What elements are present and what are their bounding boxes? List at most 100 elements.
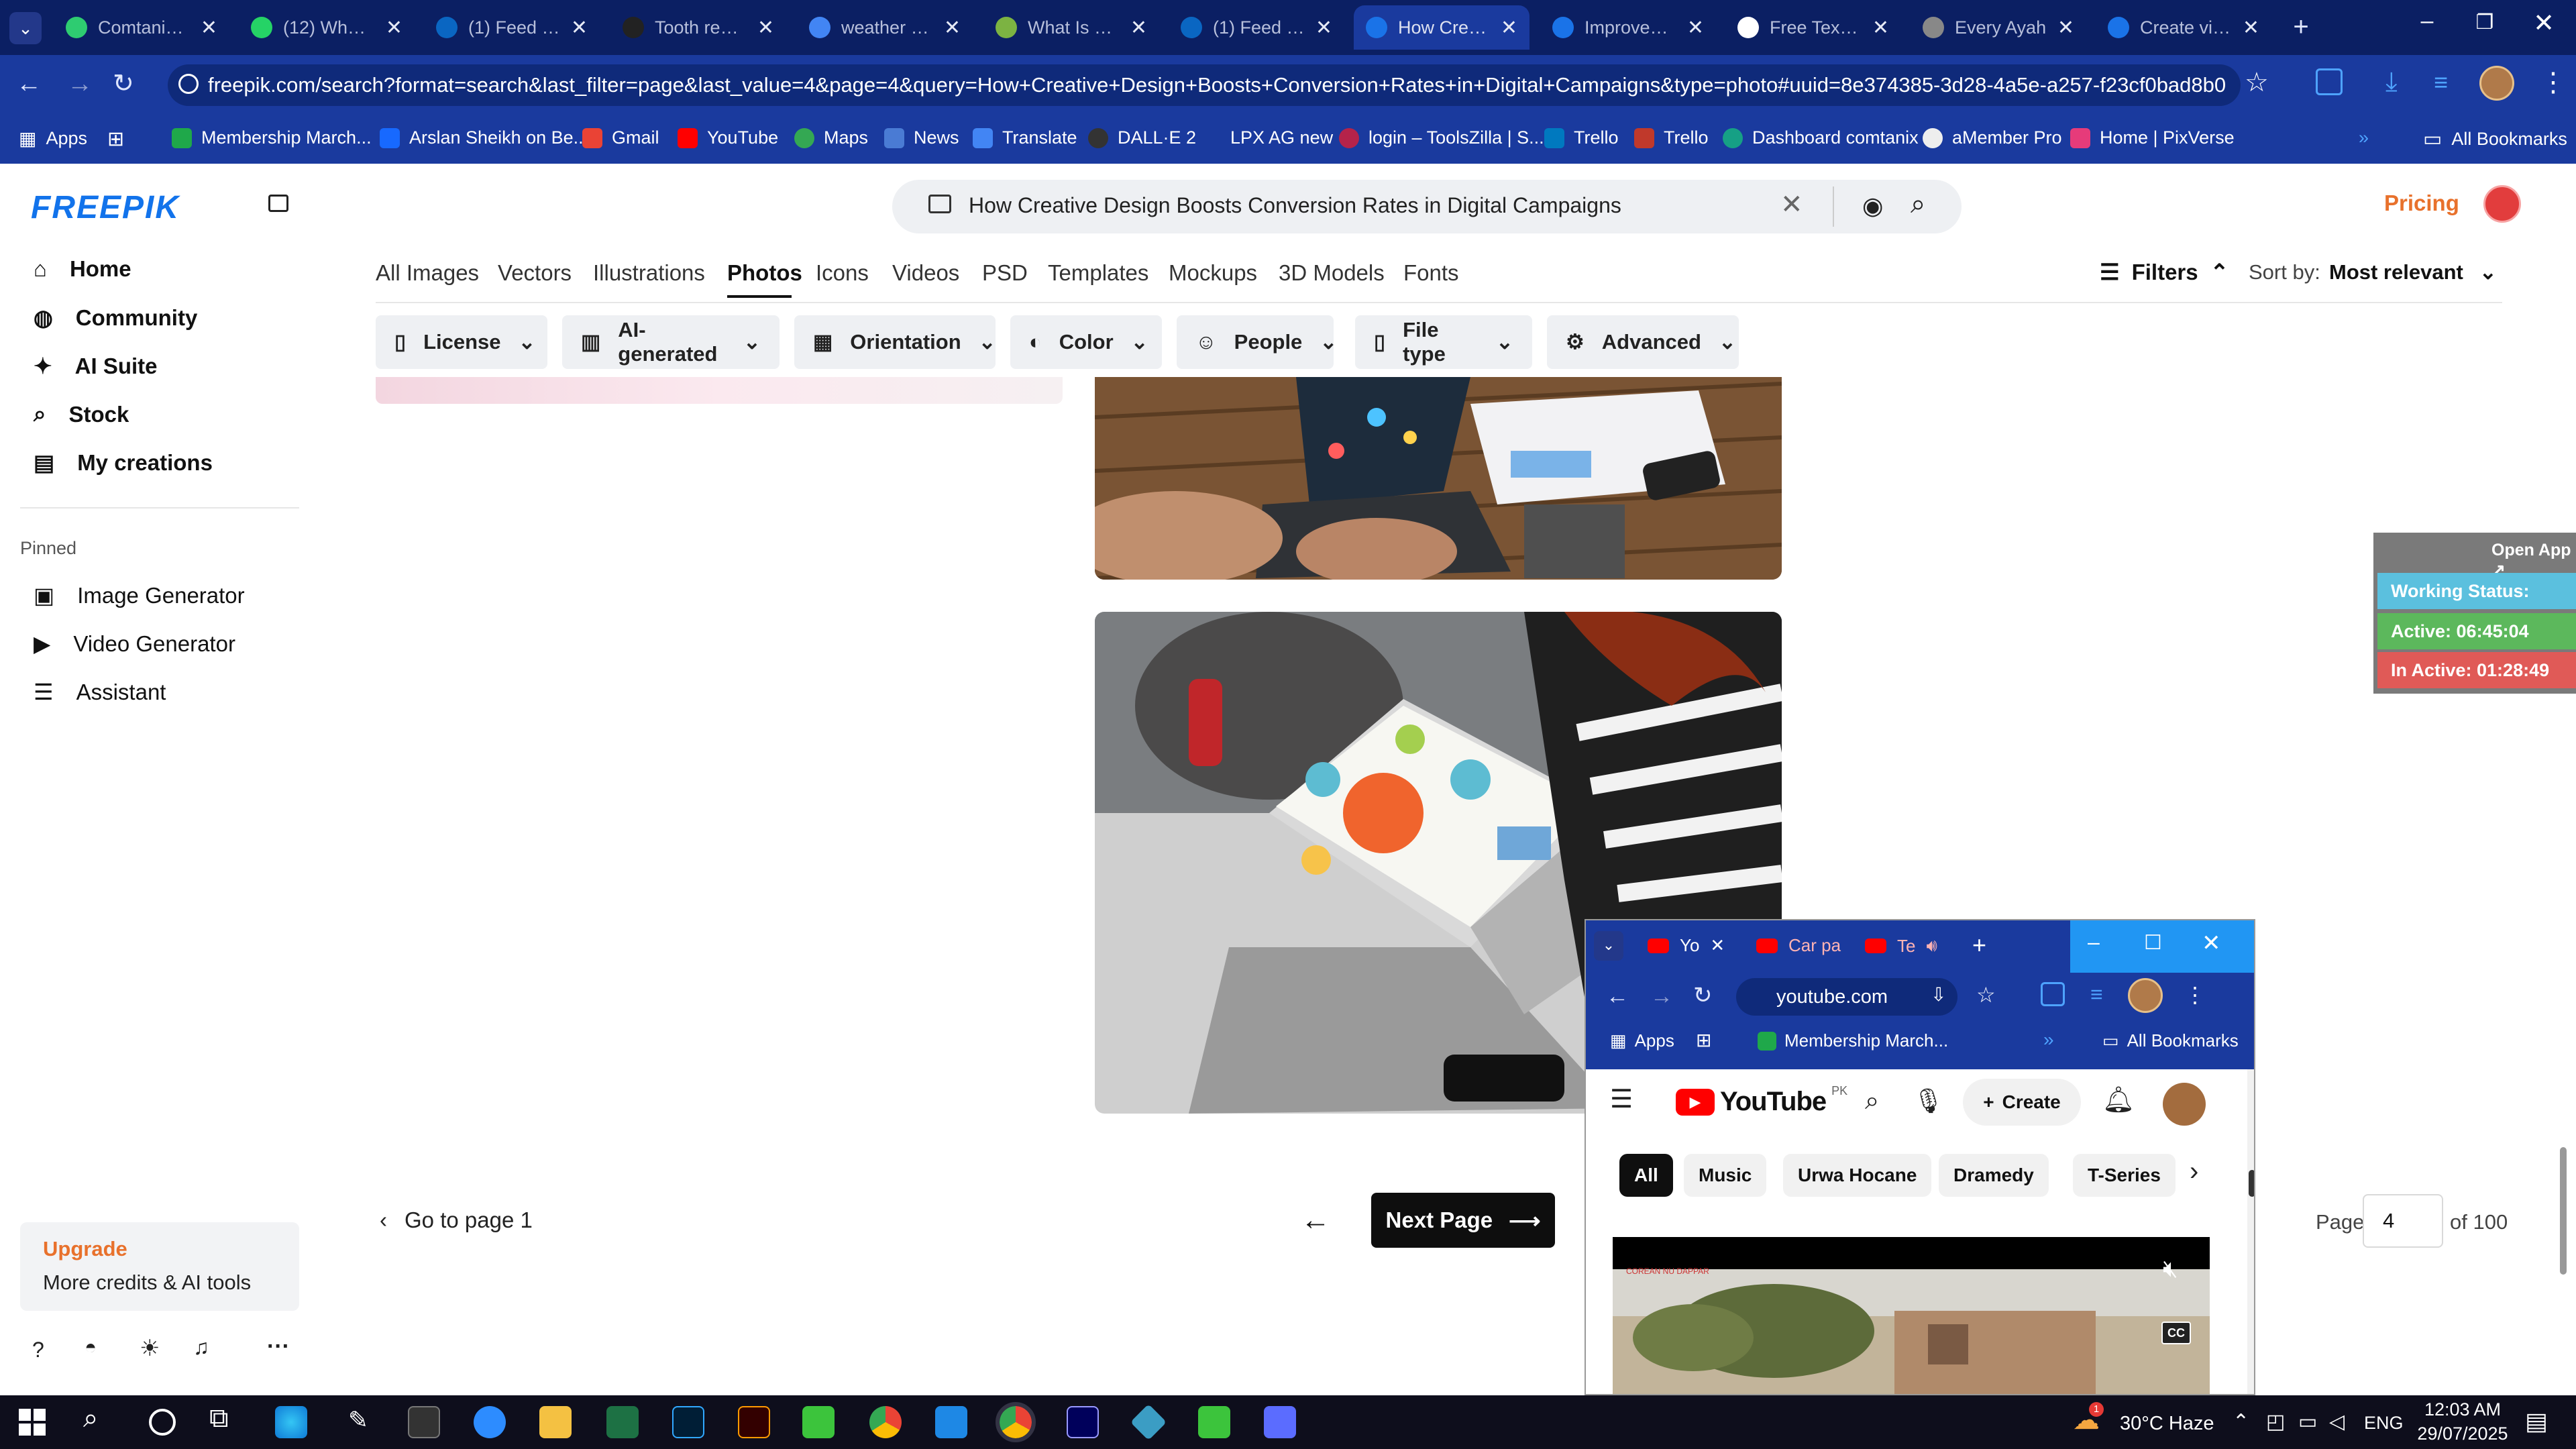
bookmark-item[interactable]: Home | PixVerse	[2070, 127, 2235, 148]
nav-ai-suite[interactable]: ✦ AI Suite	[34, 353, 158, 379]
youtube-logo[interactable]: ▶ YouTube PK	[1676, 1084, 1847, 1117]
chips-next-icon[interactable]: ›	[2190, 1157, 2198, 1187]
search-bar[interactable]: How Creative Design Boosts Conversion Ra…	[892, 180, 1962, 233]
result-photo-top-left[interactable]	[376, 377, 1063, 404]
chrome-icon[interactable]	[869, 1406, 902, 1438]
yt-address-bar[interactable]: youtube.com	[1736, 978, 1957, 1016]
more-icon[interactable]: ···	[267, 1334, 290, 1360]
discord-icon[interactable]: ◓	[85, 1336, 97, 1359]
close-window-button[interactable]: ✕	[2202, 930, 2221, 957]
media-control-icon[interactable]: ≡	[2434, 68, 2448, 97]
browser-tab[interactable]: What Is Don ✕	[983, 5, 1159, 50]
collapse-sidebar-icon[interactable]	[268, 195, 288, 212]
minimize-button[interactable]: –	[2408, 8, 2446, 46]
wifi-icon[interactable]: ▭	[2298, 1410, 2317, 1434]
type-icons[interactable]: Icons	[816, 260, 869, 286]
terminal-icon[interactable]	[408, 1406, 440, 1438]
search-icon[interactable]: ⌕	[1911, 189, 1925, 219]
all-bookmarks[interactable]: ▭ All Bookmarks	[2102, 1030, 2239, 1051]
browser-tab[interactable]: Create video ✕	[2096, 5, 2271, 50]
menu-icon[interactable]: ⋮	[2540, 67, 2567, 98]
forward-icon[interactable]: →	[67, 70, 93, 99]
illustrator-icon[interactable]	[738, 1406, 770, 1438]
bookmark-apps[interactable]: ▦ Apps	[1610, 1030, 1674, 1051]
video-thumbnail[interactable]: COREAN NU DAPPAR 🔇︎ CC	[1613, 1237, 2210, 1394]
close-tab-icon[interactable]: ✕	[1501, 16, 1517, 40]
browser-tab[interactable]: (1) Feed | LinkedIn ✕	[424, 5, 600, 50]
bookmark-star-icon[interactable]: ☆	[1976, 982, 1996, 1008]
notification-center-icon[interactable]: ▤	[2525, 1407, 2548, 1436]
premiere-icon[interactable]	[1067, 1406, 1099, 1438]
chrome-active-icon[interactable]	[996, 1402, 1036, 1442]
extensions-icon[interactable]	[2041, 982, 2065, 1006]
result-photo-content-marketing[interactable]	[1095, 377, 1782, 580]
forward-icon[interactable]: →	[1650, 983, 1673, 1010]
chip-all[interactable]: All	[1619, 1154, 1673, 1197]
grid-icon[interactable]: ⊞	[1696, 1029, 1711, 1051]
clock-time[interactable]: 12:03 AM	[2412, 1399, 2513, 1420]
browser-tab[interactable]: Comtanix HR ✕	[54, 5, 229, 50]
yt-scroll-thumb[interactable]	[2249, 1170, 2254, 1197]
browser-tab[interactable]: Tooth replace ✕	[610, 5, 786, 50]
yt-scrollbar[interactable]	[2247, 1069, 2254, 1394]
back-icon[interactable]: ←	[1606, 983, 1629, 1010]
address-bar[interactable]: freepik.com/search?format=search&last_fi…	[168, 64, 2241, 106]
yt-tab[interactable]: Yo ✕	[1648, 935, 1725, 956]
freepik-logo[interactable]: FREEPIK	[31, 189, 180, 226]
page-input[interactable]: 4	[2363, 1194, 2443, 1248]
close-tab-icon[interactable]: ✕	[386, 16, 402, 40]
reload-icon[interactable]: ↻	[113, 68, 134, 99]
bookmark-item[interactable]: Trello	[1634, 127, 1709, 148]
site-info-icon[interactable]	[178, 74, 199, 94]
bookmark-item[interactable]: Dashboard comtanix	[1723, 127, 1919, 148]
sort-dropdown[interactable]: Most relevant ⌄	[2329, 260, 2497, 284]
profile-avatar[interactable]	[2128, 978, 2163, 1013]
bookmark-item[interactable]: Trello	[1544, 127, 1619, 148]
start-button[interactable]	[19, 1409, 46, 1436]
browser-tab[interactable]: (1) Feed | LinkedIn ✕	[1169, 5, 1344, 50]
filters-toggle[interactable]: ☰ Filters ⌃	[2100, 259, 2229, 285]
file-explorer-icon[interactable]	[539, 1406, 572, 1438]
bookmark-item[interactable]: News	[884, 127, 959, 148]
close-tab-icon[interactable]: ✕	[1316, 16, 1332, 40]
type-psd[interactable]: PSD	[982, 260, 1028, 286]
tray-chevron-icon[interactable]: ⌃	[2233, 1410, 2249, 1434]
bookmarks-overflow-icon[interactable]: »	[2043, 1029, 2054, 1051]
type-3d-models[interactable]: 3D Models	[1279, 260, 1385, 286]
pinned-video-generator[interactable]: ▶ Video Generator	[34, 631, 235, 657]
nav-stock[interactable]: ⌕ Stock	[34, 401, 129, 427]
bookmark-apps[interactable]: ▦ Apps	[19, 127, 87, 150]
speaker-icon[interactable]: 🔊︎	[1926, 935, 1937, 957]
tab-search-button[interactable]: ⌄	[1594, 931, 1623, 961]
close-tab-icon[interactable]: ✕	[944, 16, 961, 40]
network-icon[interactable]: ◰	[2266, 1410, 2285, 1434]
bookmark-tab-groups[interactable]: ⊞	[107, 127, 124, 151]
help-icon[interactable]: ?	[32, 1338, 44, 1362]
bookmark-item[interactable]: Membership March...	[172, 127, 372, 148]
calculator-icon[interactable]	[1264, 1406, 1296, 1438]
create-button[interactable]: + Create	[1963, 1079, 2081, 1126]
close-tab-icon[interactable]: ✕	[571, 16, 588, 40]
vscode-icon[interactable]	[935, 1406, 967, 1438]
type-fonts[interactable]: Fonts	[1403, 260, 1459, 286]
filter-file-type[interactable]: ▯ File type ⌄	[1355, 315, 1532, 369]
edge-icon[interactable]	[275, 1406, 307, 1438]
extensions-icon[interactable]	[2316, 68, 2343, 95]
weather-text[interactable]: 30°C Haze	[2120, 1413, 2214, 1435]
theme-icon[interactable]: ☀	[140, 1335, 160, 1362]
bookmark-item[interactable]: login – ToolsZilla | S...	[1339, 127, 1544, 148]
type-all-images[interactable]: All Images	[376, 260, 479, 286]
bookmark-item[interactable]: aMember Pro	[1923, 127, 2062, 148]
filter-orientation[interactable]: ▦ Orientation ⌄	[794, 315, 996, 369]
media-control-icon[interactable]: ≡	[2090, 982, 2103, 1007]
app-diamond-icon[interactable]	[1130, 1403, 1167, 1441]
browser-tab[interactable]: Free Text to ✕	[1725, 5, 1901, 50]
type-mockups[interactable]: Mockups	[1169, 260, 1257, 286]
nav-my-creations[interactable]: ▤ My creations	[34, 449, 213, 476]
tab-search-button[interactable]: ⌄	[9, 12, 42, 44]
bookmark-item[interactable]: YouTube	[678, 127, 778, 148]
type-videos[interactable]: Videos	[892, 260, 959, 286]
browser-tab[interactable]: (12) WhatsApp ✕	[239, 5, 415, 50]
notifications-bell-icon[interactable]: 🔔︎	[2102, 1085, 2135, 1115]
new-tab-button[interactable]: +	[1972, 931, 1986, 959]
